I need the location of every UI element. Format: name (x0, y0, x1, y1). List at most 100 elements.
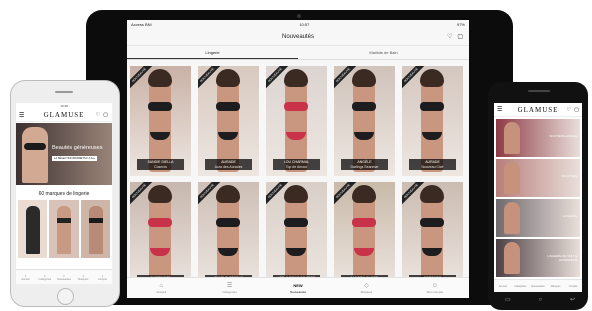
category-segmented-control: Lingerie Maillots de Bain (127, 46, 469, 60)
home-icon[interactable]: ○ (539, 296, 543, 304)
tab-4[interactable]: ☺ Mon compte (401, 278, 469, 298)
tab-label: Nouveautés (57, 278, 71, 281)
product-brand: Nouveau Cicé (421, 164, 444, 169)
banner-label: LINGERIE (562, 214, 577, 218)
heart-icon[interactable]: ♡ (96, 112, 100, 118)
model-hair (216, 69, 240, 87)
carrier-label: Access BNI (131, 22, 152, 27)
android-tab-3[interactable]: Marques (547, 285, 565, 288)
category-banner[interactable]: CULOTTES (496, 159, 580, 197)
category-banner[interactable]: LINGERIE DE NUIT & HOMEWEAR (496, 239, 580, 277)
tab-2[interactable]: NEW Nouveautés (264, 278, 332, 298)
lingerie-top (284, 102, 308, 111)
model-figure (149, 72, 171, 172)
heart-icon[interactable]: ♡ (447, 33, 452, 40)
menu-icon[interactable]: ☰ (497, 106, 502, 113)
iphone-tab-2[interactable]: • Nouveautés (54, 273, 73, 281)
bag-icon[interactable]: ▢ (457, 33, 463, 40)
battery-label: 97% (456, 22, 465, 27)
tablet-status-bar: Access BNI 10:57 97% (127, 20, 469, 29)
brand-thumbnail[interactable] (18, 200, 48, 258)
brand-logo: GLAMUSE (43, 111, 85, 119)
model-hair (148, 185, 172, 203)
iphone-home-button[interactable] (57, 288, 74, 305)
recent-apps-icon[interactable]: ▭ (505, 296, 511, 304)
tab-1[interactable]: ☰ Catégories (195, 278, 263, 298)
banner-model (504, 202, 520, 234)
product-card[interactable]: NOUVEAUTÉSIMONE PÉRÈLEAurore (198, 182, 259, 292)
bag-icon[interactable]: ▢ (103, 112, 108, 118)
product-card[interactable]: NOUVEAUTÉCORSAROVIP Lingerie (402, 182, 463, 292)
category-banners: SOUTIENS-GORGE CULOTTES LINGERIE LINGERIE D… (494, 117, 582, 279)
lingerie-top (216, 218, 240, 227)
android-tab-0[interactable]: Accueil (494, 285, 512, 288)
hero-banner[interactable]: Beautés généreuses LA SÉLECTION BONNETS … (16, 123, 112, 185)
back-icon[interactable]: ↩ (570, 296, 575, 304)
banner-model (504, 162, 520, 194)
iphone-tab-3[interactable]: • Marques (74, 273, 93, 281)
banner-model (504, 242, 520, 274)
iphone-tab-0[interactable]: • Accueil (16, 273, 35, 281)
iphone-speaker (55, 91, 73, 93)
product-brand: Top de Amour (285, 164, 308, 169)
hero-cta-button[interactable]: LA SÉLECTION BONNETS F A G ▸ (52, 156, 97, 161)
tab-label: Nouveautés (290, 289, 307, 294)
product-card[interactable]: NOUVEAUTÉ AURADE Aura des Aurades (198, 66, 259, 176)
heart-icon[interactable]: ♡ (567, 107, 571, 113)
android-tab-1[interactable]: Catégories (512, 285, 530, 288)
model-figure (149, 188, 171, 288)
tab-icon: ⌂ (159, 282, 164, 289)
product-card[interactable]: NOUVEAUTÉ LOU CHARMAL Top de Amour (266, 66, 327, 176)
banner-label: SOUTIENS-GORGE (549, 134, 577, 138)
model-figure (353, 72, 375, 172)
brand-thumbnail[interactable] (80, 200, 110, 258)
product-card[interactable]: NOUVEAUTÉMAISON CLOSELe Directoire (334, 182, 395, 292)
model-hair (148, 69, 172, 87)
tab-3[interactable]: ◇ Marques (332, 278, 400, 298)
product-card[interactable]: NOUVEAUTÉLES JUPONS DE TESSBella Luna (266, 182, 327, 292)
product-caption: LOU CHARMAL Top de Amour (273, 159, 320, 170)
product-card[interactable]: NOUVEAUTÉEMPREINTEAyllon (130, 182, 191, 292)
android-tab-2[interactable]: Nouveautés (529, 285, 547, 288)
tab-0[interactable]: ⌂ Accueil (127, 278, 195, 298)
tab-label: Catégories (222, 289, 237, 294)
menu-icon[interactable]: ☰ (19, 112, 24, 119)
tab-icon: ☰ (226, 282, 233, 289)
android-speaker (528, 90, 550, 92)
android-tab-4[interactable]: Compte (564, 285, 582, 288)
model-figure (217, 72, 239, 172)
product-grid: NOUVEAUTÉ SANDIE DIELLA Cosmos NOUVEAUTÉ AUR… (127, 60, 469, 292)
tab-icon: NEW (293, 282, 303, 288)
category-banner[interactable]: SOUTIENS-GORGE (496, 119, 580, 157)
product-card[interactable]: NOUVEAUTÉ AURADE Nouveau Cicé (402, 66, 463, 176)
page-title: Nouveautés (281, 34, 315, 40)
model-figure (217, 188, 239, 288)
product-card[interactable]: NOUVEAUTÉ ANGÈLE Darlings Seanmar (334, 66, 395, 176)
android-screen: ☰ GLAMUSE ♡ ▢ SOUTIENS-GORGE CULOTTES LING… (494, 103, 582, 292)
segment-maillots[interactable]: Maillots de Bain (298, 46, 469, 59)
lingerie-top (420, 102, 444, 111)
android-nav-buttons: ▭ ○ ↩ (505, 296, 575, 304)
segment-lingerie[interactable]: Lingerie (127, 46, 298, 59)
lingerie-top (216, 102, 240, 111)
tablet-nav-bar: Nouveautés ♡ ▢ (127, 29, 469, 46)
model-figure (421, 188, 443, 288)
lingerie-top (148, 218, 172, 227)
model-figure (421, 72, 443, 172)
product-card[interactable]: NOUVEAUTÉ SANDIE DIELLA Cosmos (130, 66, 191, 176)
android-header: ☰ GLAMUSE ♡ ▢ (494, 103, 582, 117)
tab-label: Marques (78, 278, 89, 281)
tablet-screen: Access BNI 10:57 97% Nouveautés ♡ ▢ Ling… (127, 20, 469, 298)
tab-label: Compte (97, 278, 107, 281)
banner-model (504, 122, 520, 154)
iphone-tab-4[interactable]: • Compte (93, 273, 112, 281)
brand-thumbnails (16, 200, 112, 258)
bag-icon[interactable]: ▢ (574, 107, 579, 113)
product-caption: AURADE Nouveau Cicé (409, 159, 456, 170)
brand-thumbnail[interactable] (49, 200, 79, 258)
iphone-tab-1[interactable]: • Catégories (35, 273, 54, 281)
hero-bra (24, 143, 46, 150)
lingerie-top (352, 218, 376, 227)
category-banner[interactable]: LINGERIE (496, 199, 580, 237)
model-hair (216, 185, 240, 203)
